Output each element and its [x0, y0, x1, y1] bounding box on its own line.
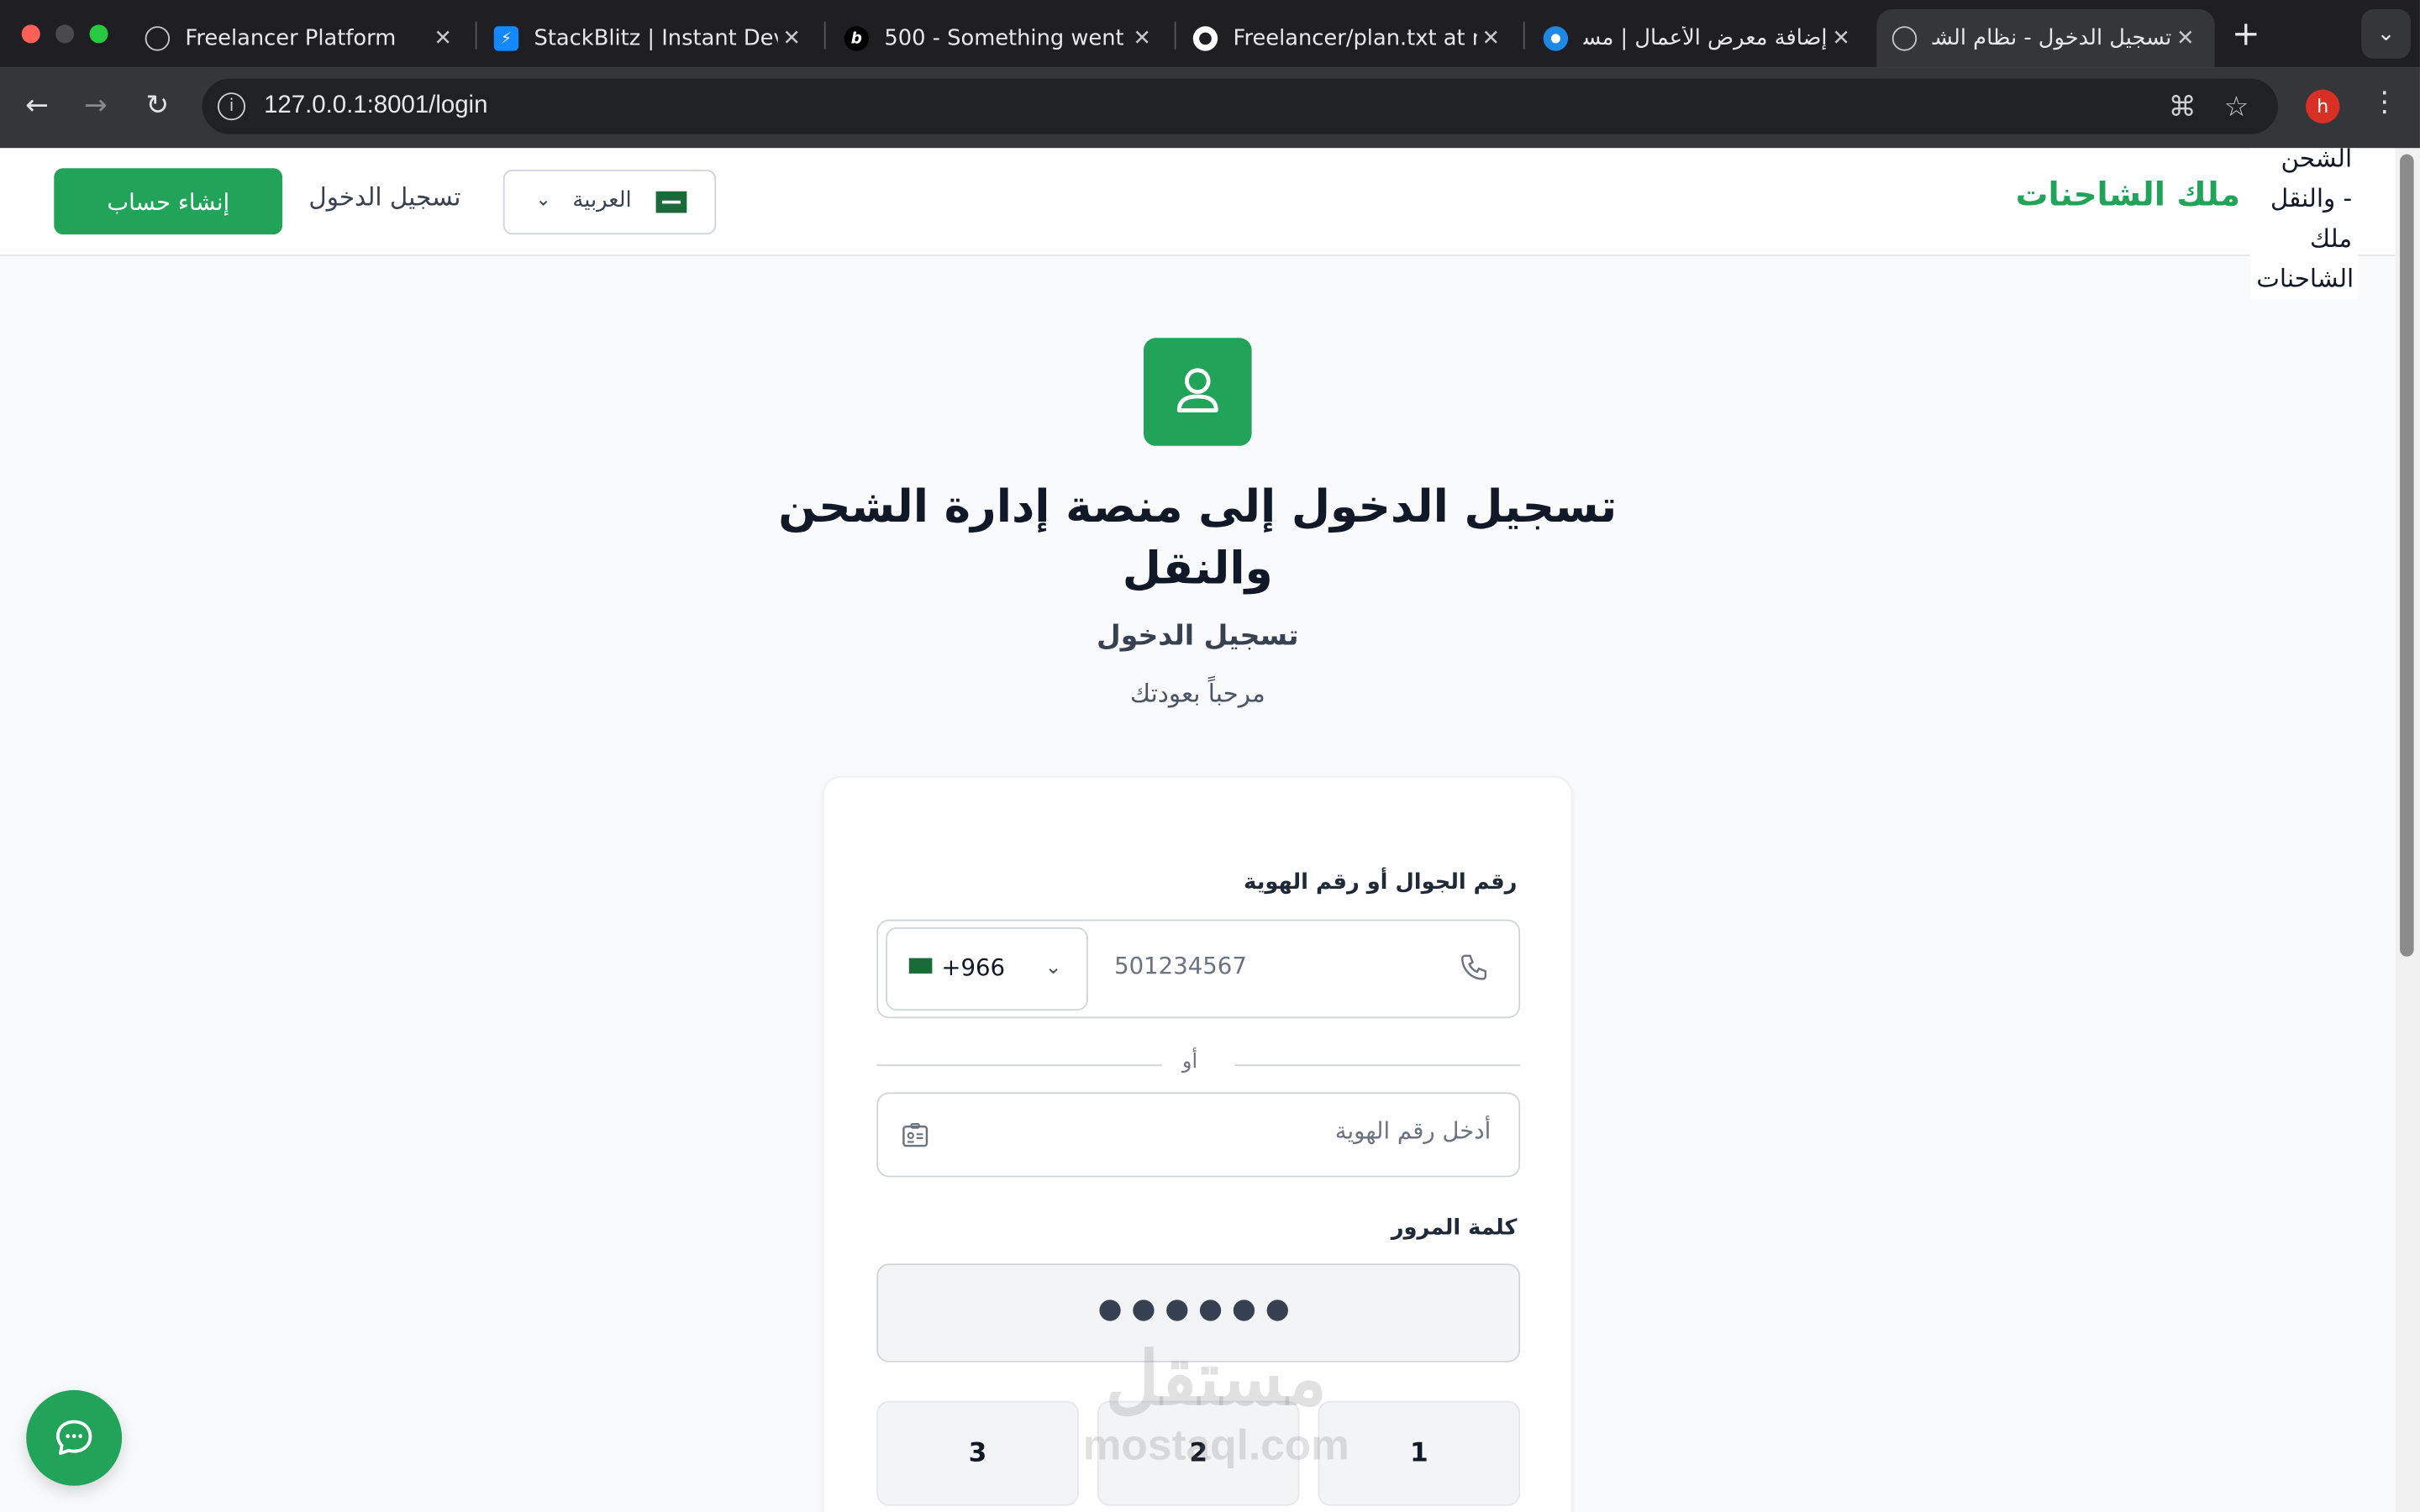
tab-title: Freelancer/plan.txt at m — [1233, 26, 1477, 51]
circle-icon — [1543, 26, 1569, 51]
scrollbar-thumb[interactable] — [2400, 154, 2414, 957]
browser-tab[interactable]: Freelancer/plan.txt at m ✕ — [1177, 9, 1520, 68]
new-tab-button[interactable]: + — [2232, 15, 2260, 54]
tab-title: StackBlitz | Instant Dev E — [534, 26, 777, 51]
address-bar[interactable]: i 127.0.0.1:8001/login ⌘ ☆ — [202, 78, 2278, 134]
browser-tab[interactable]: b 500 - Something went w ✕ — [829, 9, 1171, 68]
close-icon[interactable]: ✕ — [1828, 26, 1855, 50]
chat-bubble-icon — [55, 1420, 92, 1455]
divider-line — [876, 1064, 1163, 1067]
tooltip-line: الشاحنات — [2256, 264, 2354, 293]
reload-button[interactable]: ↻ — [139, 90, 176, 123]
chat-button[interactable] — [26, 1389, 123, 1486]
id-number-placeholder: أدخل رقم الهوية — [1334, 1116, 1491, 1145]
tab-separator — [1174, 21, 1176, 50]
saudi-flag-icon — [655, 191, 687, 213]
keypad-key-3[interactable]: 3 — [876, 1400, 1079, 1506]
screen: Freelancer Platform ✕ ⚡ StackBlitz | Ins… — [0, 0, 2420, 1512]
bookmark-star-icon[interactable]: ☆ — [2224, 91, 2249, 123]
password-mask: ●●●●●● — [1097, 1293, 1299, 1326]
close-icon[interactable]: ✕ — [778, 26, 806, 50]
phone-icon — [1461, 954, 1487, 980]
minimize-window-button[interactable] — [55, 24, 75, 44]
user-icon — [1176, 368, 1218, 412]
browser-tab-strip: Freelancer Platform ✕ ⚡ StackBlitz | Ins… — [0, 0, 2420, 68]
tab-separator — [1523, 21, 1525, 50]
close-icon[interactable]: ✕ — [429, 26, 457, 50]
title-tooltip: الشحن والنقل - ملك الشاحنات — [2249, 148, 2359, 300]
chevron-down-icon: ⌄ — [1044, 956, 1062, 980]
browser-tab[interactable]: إضافة معرض الأعمال | مستق ✕ — [1528, 9, 1870, 68]
page-title: تسجيل الدخول إلى منصة إدارة الشحن والنقل — [778, 480, 1618, 595]
close-window-button[interactable] — [21, 24, 40, 44]
phone-field: +966 ⌄ 501234567 — [876, 919, 1521, 1019]
tab-title: تسجيل الدخول - نظام الشحن — [1933, 26, 2172, 51]
tab-title: 500 - Something went w — [884, 26, 1128, 51]
translate-icon[interactable]: ⌘ — [2169, 91, 2196, 123]
url-text: 127.0.0.1:8001/login — [264, 92, 488, 119]
chevron-down-icon: ⌄ — [2376, 21, 2396, 47]
browser-tab-active[interactable]: تسجيل الدخول - نظام الشحن ✕ — [1876, 9, 2215, 68]
phone-id-label: رقم الجوال أو رقم الهوية — [1244, 869, 1518, 895]
signup-button[interactable]: إنشاء حساب — [54, 168, 283, 235]
github-icon — [1192, 26, 1218, 51]
back-button[interactable]: ← — [18, 90, 55, 123]
language-selector[interactable]: ⌄ العربية — [502, 170, 717, 235]
tooltip-line: الشحن — [2281, 148, 2353, 173]
globe-icon — [145, 26, 171, 51]
close-icon[interactable]: ✕ — [2171, 26, 2199, 50]
divider-line — [1234, 1064, 1521, 1067]
tab-title: إضافة معرض الأعمال | مستق — [1583, 26, 1828, 51]
watermark: مستقل mostaql.com — [1062, 1339, 1370, 1468]
password-label: كلمة المرور — [1391, 1215, 1518, 1241]
globe-icon — [1891, 26, 1918, 51]
tab-title: Freelancer Platform — [185, 26, 397, 51]
page-viewport: إنشاء حساب تسجيل الدخول ⌄ العربية ملك ال… — [0, 148, 2396, 1512]
site-info-icon[interactable]: i — [217, 92, 246, 121]
browser-tab[interactable]: Freelancer Platform ✕ — [129, 9, 472, 68]
phone-input[interactable]: 501234567 — [1114, 952, 1247, 979]
close-icon[interactable]: ✕ — [1128, 26, 1156, 50]
chevron-down-icon: ⌄ — [535, 188, 551, 210]
page-subtitle: تسجيل الدخول — [1097, 620, 1299, 653]
forward-button[interactable]: → — [77, 90, 114, 123]
tooltip-line: والنقل - — [2270, 183, 2353, 213]
brand-logo-text[interactable]: ملك الشاحنات — [2016, 176, 2240, 213]
maximize-window-button[interactable] — [89, 24, 108, 44]
tab-separator — [823, 21, 826, 50]
country-code-value: +966 — [941, 953, 1006, 982]
tab-search-button[interactable]: ⌄ — [2361, 9, 2411, 59]
bolt-b-icon: b — [844, 26, 870, 51]
login-link[interactable]: تسجيل الدخول — [308, 182, 460, 212]
country-code-select[interactable]: +966 ⌄ — [886, 927, 1088, 1011]
tab-separator — [475, 21, 477, 50]
or-label: أو — [1181, 1050, 1198, 1074]
watermark-latin: mostaql.com — [1082, 1420, 1349, 1469]
stackblitz-icon: ⚡ — [493, 26, 519, 51]
site-header: إنشاء حساب تسجيل الدخول ⌄ العربية ملك ال… — [0, 148, 2396, 256]
or-divider: أو — [876, 1050, 1521, 1077]
browser-toolbar: ← → ↻ i 127.0.0.1:8001/login ⌘ ☆ h ⋮ — [0, 67, 2420, 149]
close-icon[interactable]: ✕ — [1477, 26, 1505, 50]
id-card-icon — [902, 1122, 929, 1147]
watermark-arabic: مستقل — [1105, 1339, 1328, 1421]
tooltip-line: ملك — [2309, 223, 2353, 254]
browser-tab[interactable]: ⚡ StackBlitz | Instant Dev E ✕ — [478, 9, 821, 68]
browser-menu-icon[interactable]: ⋮ — [2370, 87, 2398, 119]
welcome-text: مرحباً بعودتك — [1129, 679, 1265, 709]
saudi-flag-icon — [908, 958, 933, 974]
language-label: العربية — [572, 188, 632, 213]
profile-avatar[interactable]: h — [2306, 89, 2340, 123]
user-icon-badge — [1143, 338, 1252, 446]
id-number-field[interactable]: أدخل رقم الهوية — [876, 1092, 1521, 1178]
